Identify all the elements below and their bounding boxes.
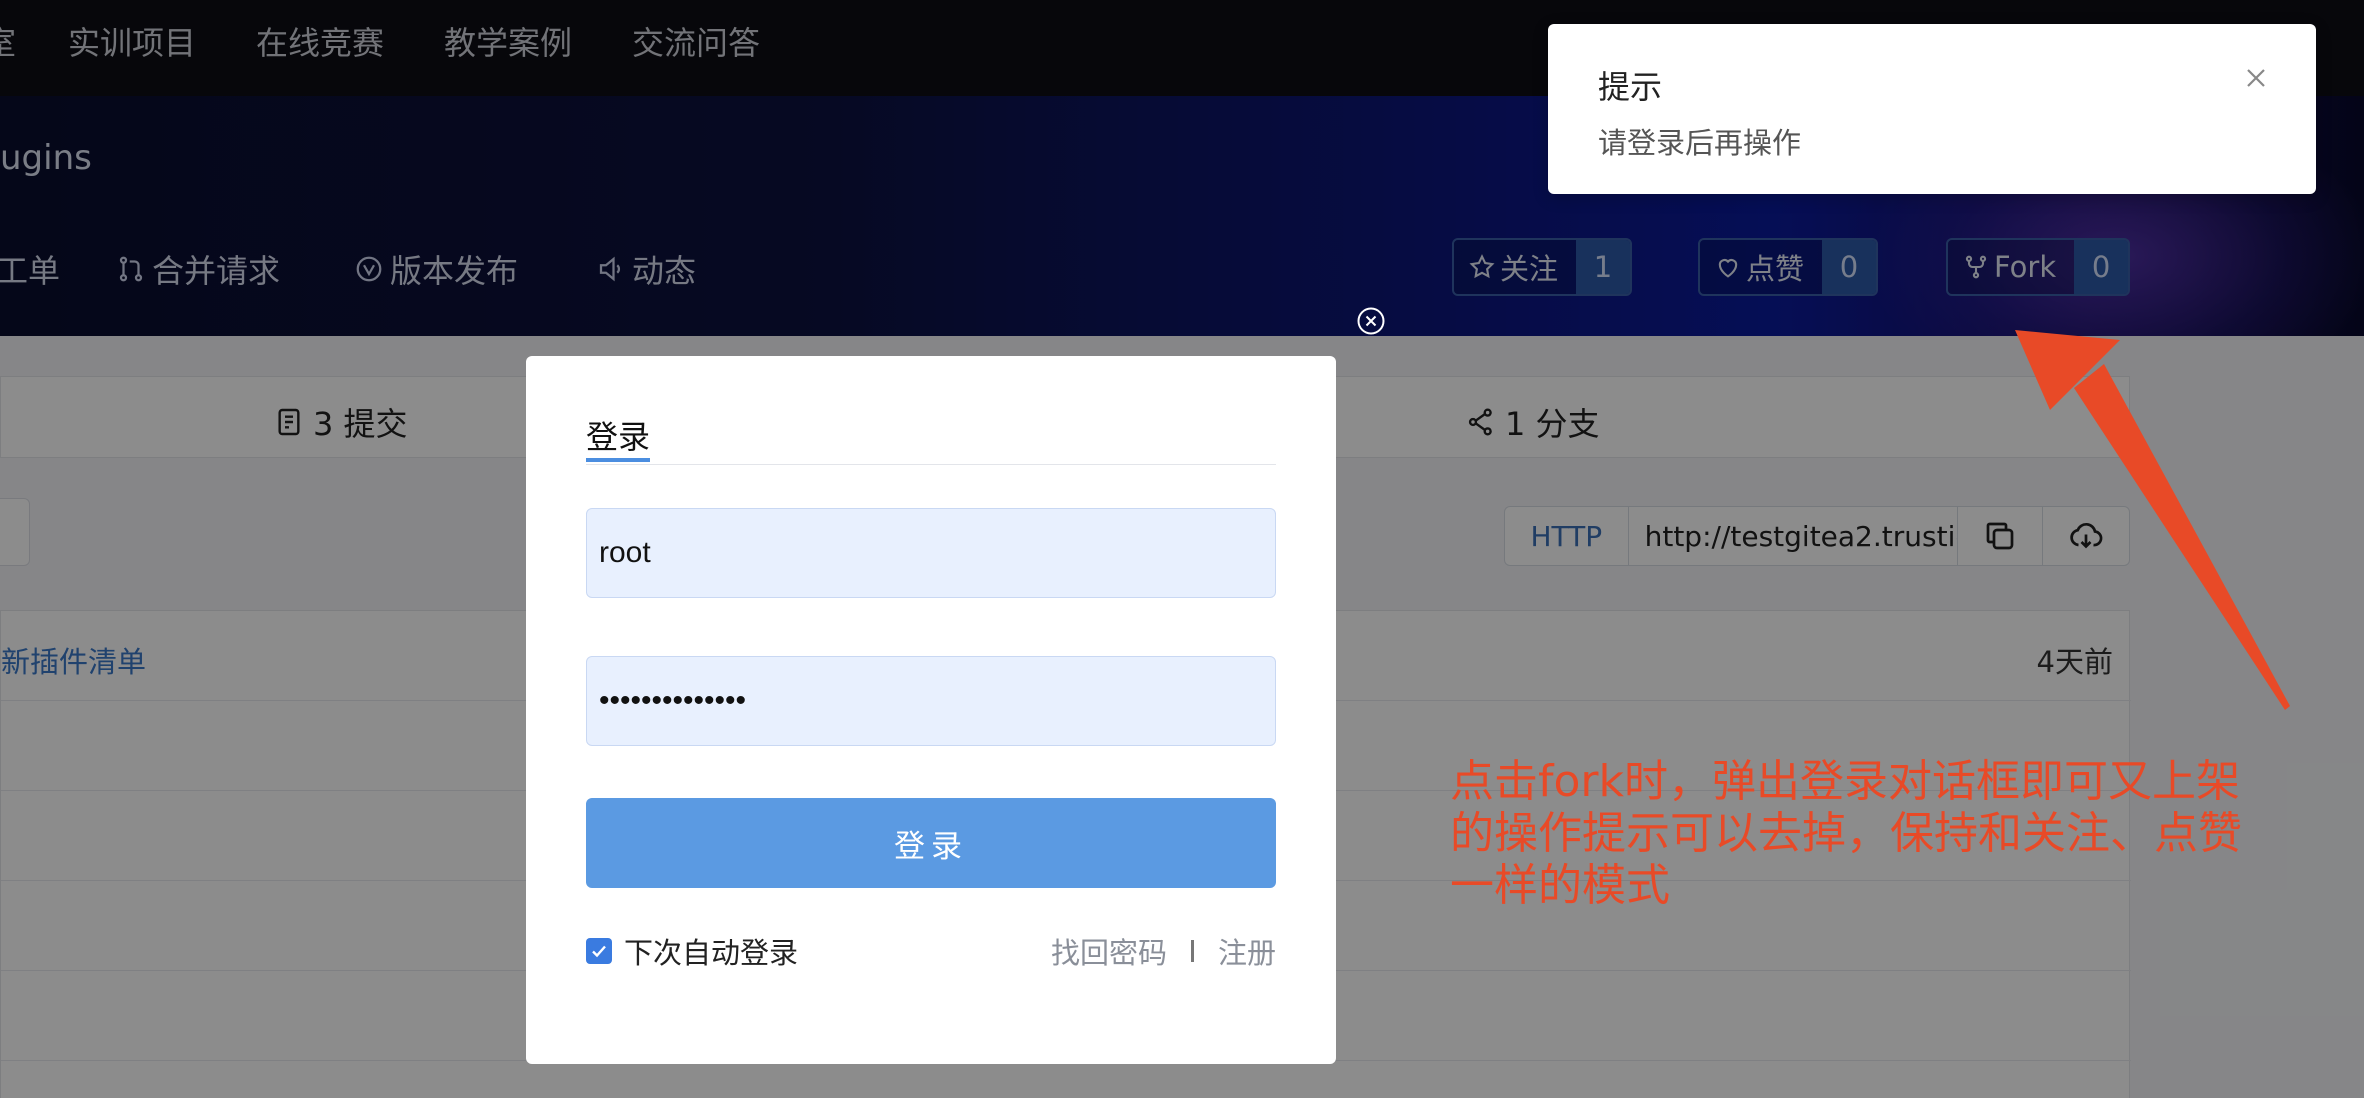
annotation-arrow — [2015, 330, 2290, 710]
annotation-text: 点击fork时，弹出登录对话框即可又上架的操作提示可以去掉，保持和关注、点赞一样… — [1450, 756, 2242, 911]
